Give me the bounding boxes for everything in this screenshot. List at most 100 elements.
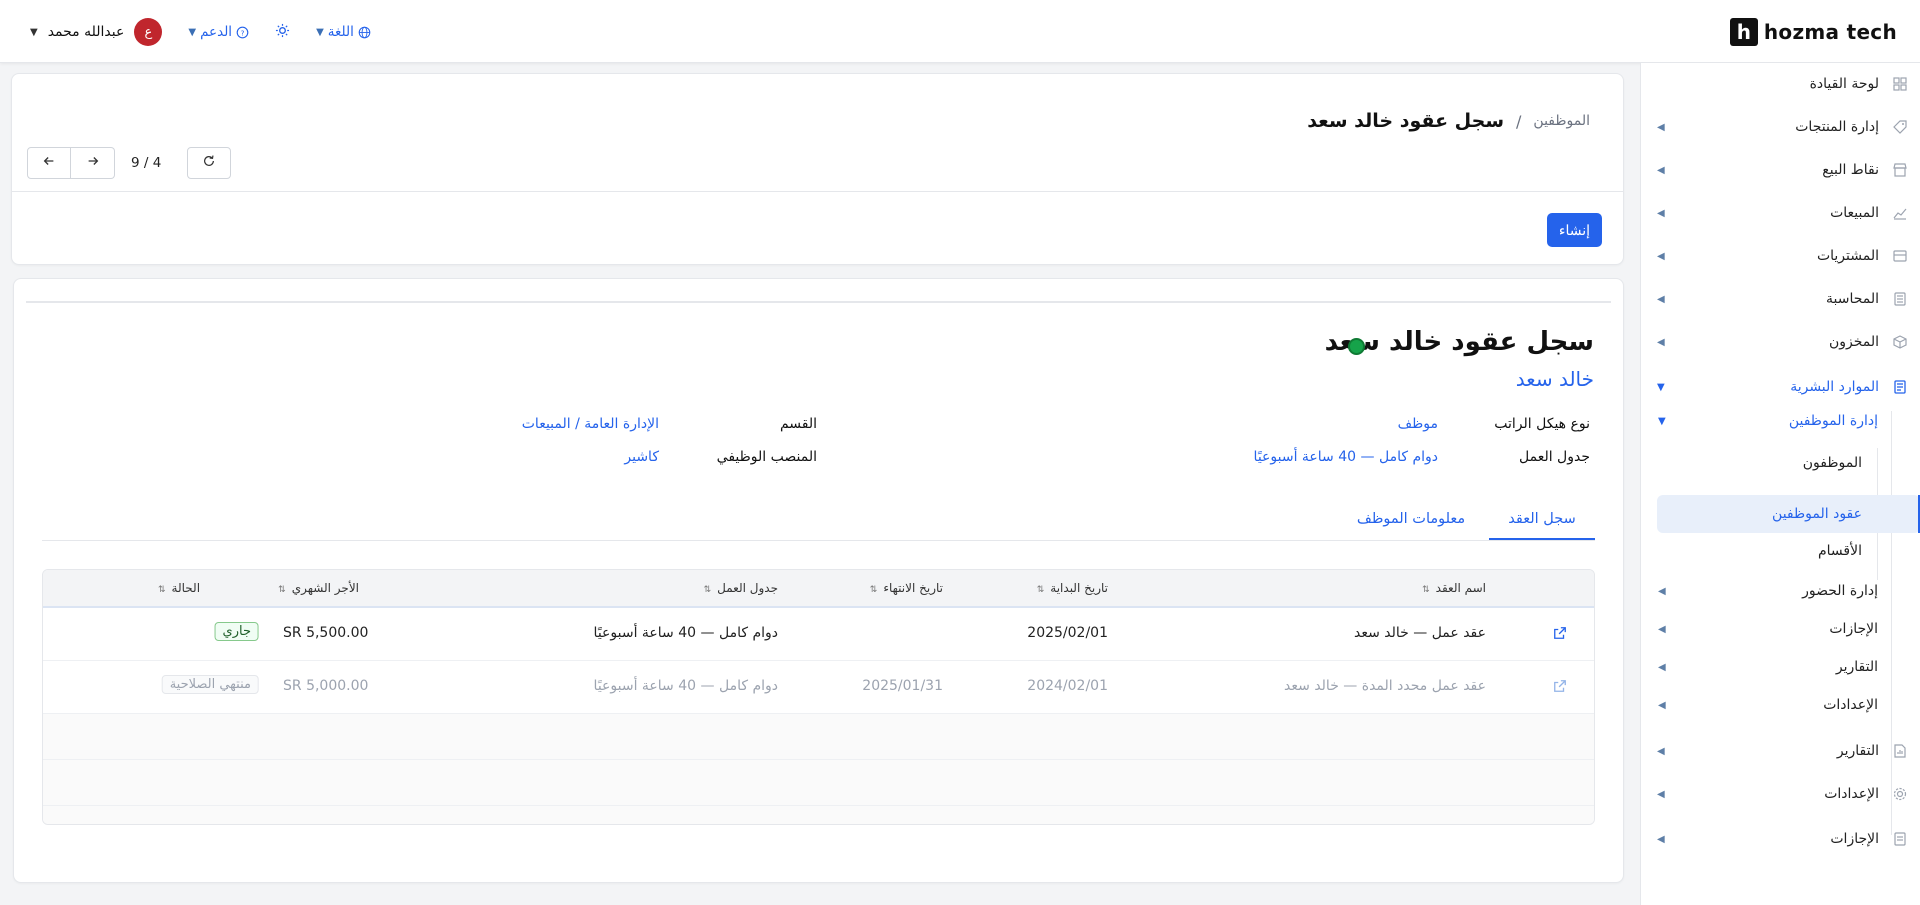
support-menu[interactable]: ▼ الدعم ? <box>188 24 249 40</box>
employee-name-link[interactable]: خالد سعد <box>1516 367 1594 391</box>
list-icon <box>1891 830 1909 848</box>
external-link-icon[interactable] <box>1553 626 1567 644</box>
calculator-icon <box>1891 290 1909 308</box>
sidebar-item-dashboard[interactable]: لوحة القيادة <box>1640 66 1920 102</box>
sidebar-item-reports[interactable]: التقارير ◀ <box>1640 733 1920 769</box>
form-divider <box>26 301 1611 303</box>
table-row[interactable]: عقد عمل محدد المدة — خالد سعد 2024/02/01… <box>43 661 1594 714</box>
sidebar-item-label: المشتريات <box>1816 248 1879 264</box>
cell-contract-name: عقد عمل محدد المدة — خالد سعد <box>1284 678 1486 694</box>
salary-structure-value[interactable]: موظف <box>1398 416 1438 432</box>
sub-label: الإعدادات <box>1823 697 1878 713</box>
tab-employee-info[interactable]: معلومات الموظف <box>1349 511 1473 527</box>
schedule-value[interactable]: دوام كامل — 40 ساعة أسبوعيًا <box>1254 449 1438 465</box>
sidebar-item-inventory[interactable]: المخزون ◀ <box>1640 324 1920 360</box>
column-label: تاريخ الانتهاء <box>883 581 943 595</box>
sidebar-sub-attendance[interactable]: إدارة الحضور ◀ <box>1656 573 1878 609</box>
breadcrumb-parent-link[interactable]: الموظفين <box>1533 113 1590 129</box>
tag-icon <box>1891 118 1909 136</box>
sub-label: إدارة الحضور <box>1802 583 1878 599</box>
column-header-wage[interactable]: الأجر الشهري ⇅ <box>278 581 359 595</box>
caret-left-icon: ◀ <box>1658 699 1666 711</box>
sidebar-item-products[interactable]: إدارة المنتجات ◀ <box>1640 109 1920 145</box>
previous-record-button[interactable] <box>27 147 71 179</box>
chevron-down-icon: ▼ <box>30 26 38 38</box>
report-icon <box>1891 742 1909 760</box>
sidebar-sub-employees[interactable]: الموظفون <box>1803 445 1862 481</box>
chevron-down-icon: ▼ <box>188 26 197 38</box>
sidebar-sub-employee-contracts[interactable]: عقود الموظفين <box>1772 496 1862 532</box>
sidebar-item-label: المبيعات <box>1830 205 1879 221</box>
cell-wage: SR 5,000.00 <box>283 678 369 694</box>
status-indicator <box>1348 338 1365 355</box>
caret-left-icon: ◀ <box>1658 623 1666 635</box>
sidebar-item-pos[interactable]: نقاط البيع ◀ <box>1640 152 1920 188</box>
job-title-value[interactable]: كاشير <box>624 449 659 465</box>
table-row[interactable]: عقد عمل — خالد سعد 2025/02/01 دوام كامل … <box>43 608 1594 661</box>
column-label: تاريخ البداية <box>1050 581 1108 595</box>
refresh-icon <box>202 154 216 172</box>
column-header-name[interactable]: اسم العقد ⇅ <box>1422 581 1486 595</box>
dashboard-icon <box>1891 75 1909 93</box>
refresh-button[interactable] <box>187 147 232 179</box>
caret-left-icon: ◀ <box>1657 207 1665 219</box>
breadcrumb: الموظفين / سجل عقود خالد سعد <box>1307 110 1590 132</box>
schedule-label: جدول العمل <box>1519 449 1590 465</box>
caret-down-icon: ▼ <box>1657 381 1665 393</box>
sidebar-item-label: الإجازات <box>1830 831 1879 847</box>
tab-contract-history[interactable]: سجل العقد <box>1489 511 1595 527</box>
caret-left-icon: ◀ <box>1658 661 1666 673</box>
sidebar-item-purchases[interactable]: المشتريات ◀ <box>1640 238 1920 274</box>
cell-schedule: دوام كامل — 40 ساعة أسبوعيًا <box>593 625 778 641</box>
caret-left-icon: ◀ <box>1657 164 1665 176</box>
sub-label: التقارير <box>1835 659 1878 675</box>
external-link-icon[interactable] <box>1553 679 1567 697</box>
sidebar-item-label: نقاط البيع <box>1822 162 1879 178</box>
sort-icon: ⇅ <box>703 585 712 595</box>
sidebar-sub-leaves[interactable]: الإجازات ◀ <box>1656 611 1878 647</box>
inbox-icon <box>1891 247 1909 265</box>
sidebar-item-sales[interactable]: المبيعات ◀ <box>1640 195 1920 231</box>
sidebar-item-hr[interactable]: الموارد البشرية ▼ <box>1640 369 1920 405</box>
theme-toggle[interactable] <box>275 23 290 42</box>
status-badge: جاري <box>214 622 259 641</box>
caret-left-icon: ◀ <box>1657 788 1665 800</box>
sidebar-item-label: المخزون <box>1828 334 1879 350</box>
sidebar-sub-departments[interactable]: الأقسام <box>1818 533 1862 569</box>
department-value[interactable]: الإدارة العامة / المبيعات <box>522 416 659 432</box>
sidebar-sub-employee-management[interactable]: إدارة الموظفين ▼ <box>1656 403 1878 439</box>
table-header: اسم العقد ⇅ تاريخ البداية ⇅ تاريخ الانتهاء… <box>43 570 1594 608</box>
cell-schedule: دوام كامل — 40 ساعة أسبوعيًا <box>593 678 778 694</box>
sidebar-item-settings[interactable]: الإعدادات ◀ <box>1640 776 1920 812</box>
avatar: ع <box>134 18 163 46</box>
sort-icon: ⇅ <box>1422 585 1430 595</box>
column-header-schedule[interactable]: جدول العمل ⇅ <box>704 581 778 595</box>
caret-left-icon: ◀ <box>1657 250 1665 262</box>
cell-wage: SR 5,500.00 <box>283 625 369 641</box>
sidebar-item-label: الإعدادات <box>1824 786 1879 802</box>
sidebar-item-label: التقارير <box>1836 743 1879 759</box>
form-card: سجل عقود خالد سعد خالد سعد نوع هيكل الرا… <box>13 278 1624 883</box>
page-title: سجل عقود خالد سعد <box>1307 110 1505 132</box>
sidebar-item-leaves[interactable]: الإجازات ◀ <box>1640 821 1920 857</box>
sidebar-sub-settings[interactable]: الإعدادات ◀ <box>1656 687 1878 723</box>
column-header-status[interactable]: الحالة ⇅ <box>158 581 200 595</box>
column-header-start[interactable]: تاريخ البداية ⇅ <box>1037 581 1108 595</box>
create-button[interactable]: إنشاء <box>1546 213 1602 247</box>
column-header-end[interactable]: تاريخ الانتهاء ⇅ <box>870 581 943 595</box>
sort-icon: ⇅ <box>158 585 166 595</box>
sidebar-item-label: إدارة المنتجات <box>1795 119 1879 135</box>
logo-text: hozma tech <box>1763 20 1897 44</box>
next-record-button[interactable] <box>71 147 115 179</box>
sub-label: إدارة الموظفين <box>1788 413 1878 429</box>
brand-logo[interactable]: h hozma tech <box>1729 18 1897 46</box>
sidebar-item-label: الموارد البشرية <box>1790 379 1879 395</box>
sidebar-sub-reports[interactable]: التقارير ◀ <box>1656 649 1878 685</box>
pager-counter: 4 / 9 <box>131 155 162 171</box>
gear-icon <box>1891 785 1909 803</box>
user-menu[interactable]: ▼ عبدالله محمد ع <box>30 18 163 46</box>
sidebar-item-accounting[interactable]: المحاسبة ◀ <box>1640 281 1920 317</box>
language-menu[interactable]: ▼ اللغة <box>316 24 371 40</box>
user-name: عبدالله محمد <box>47 24 125 40</box>
caret-down-icon: ▼ <box>1658 415 1666 427</box>
